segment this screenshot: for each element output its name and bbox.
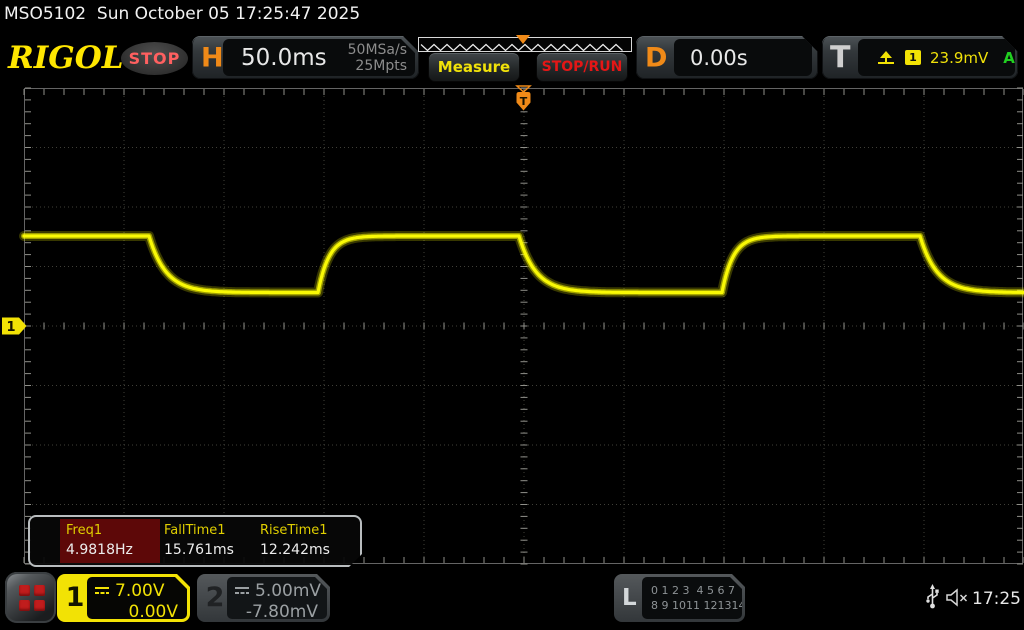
trigger-marker-letter: T: [520, 95, 528, 108]
measurement-value: 15.761ms: [164, 542, 260, 558]
channel1-inner-panel: 7.00V 0.00V: [87, 577, 187, 619]
measurement-value: 4.9818Hz: [66, 542, 162, 558]
measurement-cell-risetime[interactable]: RiseTime1 12.242ms: [260, 523, 356, 558]
ch1-level-marker[interactable]: 1: [2, 318, 27, 336]
windows-menu-button[interactable]: [5, 572, 56, 623]
channel2-block[interactable]: 2 5.00mV -7.80mV: [197, 574, 330, 622]
measurement-cell-freq[interactable]: Freq1 4.9818Hz: [66, 523, 162, 558]
logic-channels-row2: 8 9 1011 12131415: [642, 598, 742, 613]
logic-channels-row1: 0 1 2 3 4 5 6 7: [642, 577, 742, 598]
usb-icon: [925, 584, 940, 610]
dc-coupling-icon: [94, 586, 110, 596]
oscilloscope-screen: MSO5102 Sun October 05 17:25:47 2025 RIG…: [0, 0, 1024, 630]
windows-icon: [19, 585, 45, 611]
logic-channels-panel: 0 1 2 3 4 5 6 7 8 9 1011 12131415: [642, 577, 742, 619]
speaker-muted-icon: [945, 588, 969, 607]
graticule: [24, 88, 1024, 564]
channel2-scale: 5.00mV: [255, 581, 321, 601]
channel2-number: 2: [204, 582, 226, 613]
measurement-value: 12.242ms: [260, 542, 356, 558]
measurement-results-box[interactable]: Freq1 4.9818Hz FallTime1 15.761ms RiseTi…: [28, 515, 362, 567]
measurement-label: Freq1: [66, 523, 162, 538]
ch1-marker-number: 1: [6, 320, 15, 335]
measurement-label: RiseTime1: [260, 523, 356, 538]
channel1-scale: 7.00V: [115, 581, 164, 601]
measurement-cell-falltime[interactable]: FallTime1 15.761ms: [164, 523, 260, 558]
measurement-label: FallTime1: [164, 523, 260, 538]
channel1-number: 1: [64, 582, 86, 613]
channel1-block[interactable]: 1 7.00V 0.00V: [57, 574, 190, 622]
logic-analyzer-block[interactable]: L 0 1 2 3 4 5 6 7 8 9 1011 12131415: [614, 574, 745, 622]
logic-analyzer-label: L: [622, 585, 637, 611]
clock: 17:25: [972, 589, 1021, 609]
dc-coupling-icon: [234, 586, 250, 596]
channel2-inner-panel: 5.00mV -7.80mV: [227, 577, 327, 619]
channel1-offset: 0.00V: [87, 601, 187, 622]
channel2-offset: -7.80mV: [227, 601, 327, 622]
